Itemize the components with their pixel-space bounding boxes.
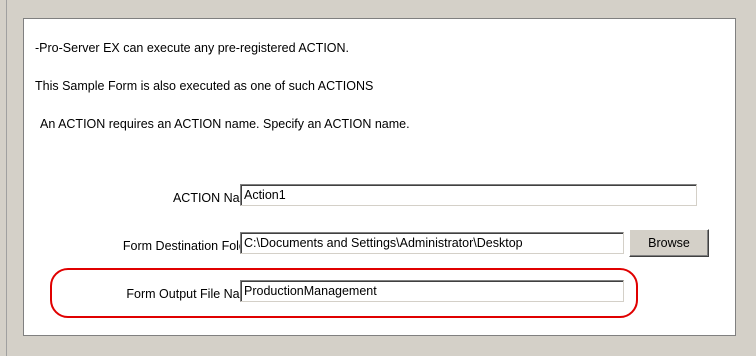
intro-line-3: An ACTION requires an ACTION name. Speci… [40,117,410,131]
window-border [6,0,7,356]
action-name-input[interactable]: Action1 [240,184,697,206]
destination-folder-input[interactable]: C:\Documents and Settings\Administrator\… [240,232,624,254]
destination-folder-label: Form Destination Folder [122,239,257,253]
intro-line-1: -Pro-Server EX can execute any pre-regis… [35,41,350,55]
browse-button[interactable]: Browse [629,229,709,257]
intro-line-2: This Sample Form is also executed as one… [35,79,374,93]
highlight-callout [50,268,638,318]
